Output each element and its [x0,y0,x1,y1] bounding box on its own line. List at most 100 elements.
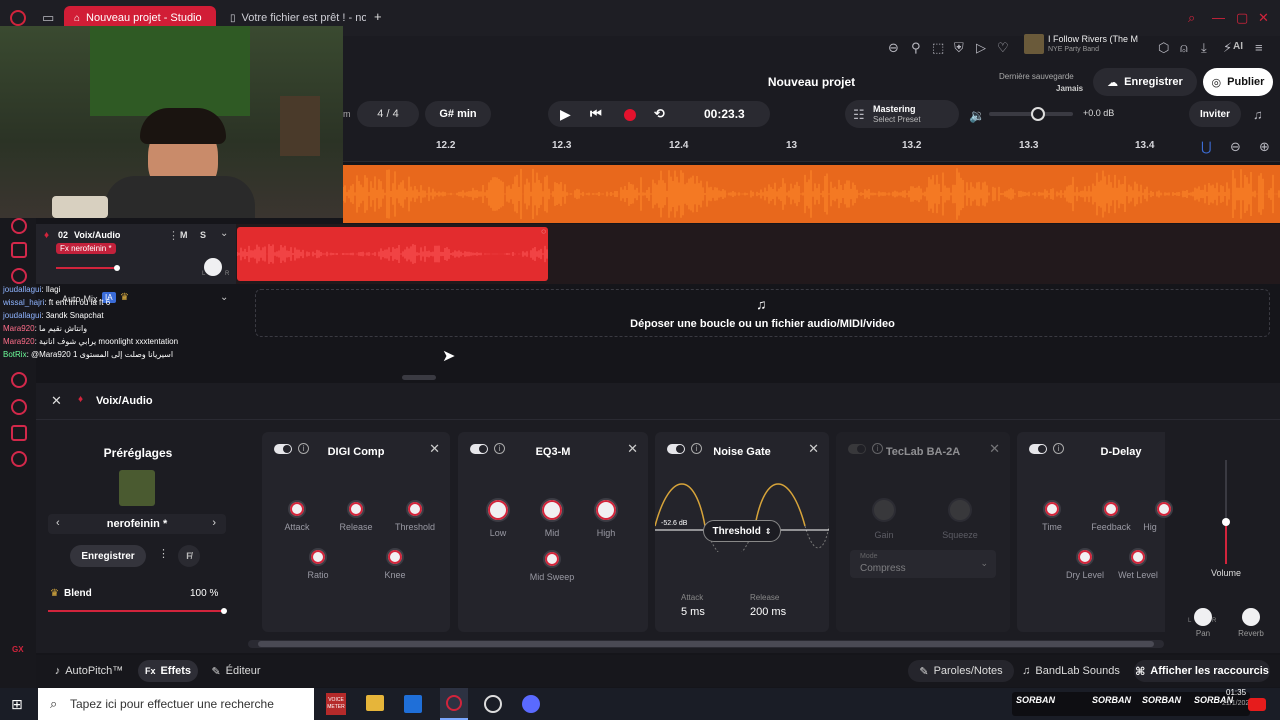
remove-effect-icon[interactable]: ✕ [429,441,440,457]
master-volume-slider[interactable] [989,107,1073,121]
back-icon[interactable] [11,218,27,234]
search-icon[interactable]: ⌕ [1188,10,1195,26]
release-value[interactable]: 200 ms [750,606,786,618]
mute-button[interactable]: M [180,230,188,240]
drop-zone[interactable]: ♫ Déposer une boucle ou un fichier audio… [255,289,1270,337]
layers-icon[interactable] [11,268,27,284]
mode-dropdown[interactable]: Mode Compress ⌄ [850,550,996,578]
opera-logo-icon[interactable] [10,10,26,26]
play-button-icon[interactable]: ▶ [560,106,571,123]
save-button[interactable]: ☁ Enregistrer [1093,68,1197,96]
snapshot-icon[interactable]: ⬚ [932,40,944,56]
editor-tab[interactable]: ✎ Éditeur [206,660,266,682]
chevron-right-icon[interactable]: › [212,517,216,529]
knee-knob[interactable] [386,548,404,566]
release-knob[interactable] [347,500,365,518]
preset-selector[interactable]: ‹ nerofeinin * › [48,514,226,534]
zoom-icon[interactable]: ⊖ [888,40,899,56]
attack-knob[interactable] [288,500,306,518]
chevron-down-icon[interactable]: ⌄ [220,228,228,239]
lyrics-button[interactable]: ✎ Paroles/Notes [908,660,1014,682]
fx-scrollbar[interactable] [248,640,1164,648]
obs-icon[interactable] [484,695,502,713]
track-name[interactable]: Voix/Audio [74,230,120,240]
remove-effect-icon[interactable]: ✕ [989,441,1000,457]
blend-thumb[interactable] [221,608,227,614]
track-1-region[interactable] [342,165,1280,223]
mastering-button[interactable]: ☷ Mastering Select Preset [845,100,959,128]
volume-fader-track[interactable] [1222,460,1230,564]
tab-search-icon[interactable]: ▭ [42,10,54,26]
shortcuts-button[interactable]: ⌘ Afficher les raccourcis [1134,660,1270,682]
resize-handle[interactable] [402,375,436,380]
wet-level-knob[interactable] [1129,548,1147,566]
download-icon[interactable]: ⤓ [1201,40,1207,56]
loop-icon[interactable]: ⟲ [654,106,665,122]
play-icon[interactable]: ▷ [976,40,986,56]
key-selector[interactable]: G# min [425,101,491,127]
close-panel-icon[interactable]: ✕ [51,393,62,409]
shield-icon[interactable]: ⛨ [954,40,964,56]
dry-level-knob[interactable] [1076,548,1094,566]
bell-icon[interactable]: ♫ [1253,107,1263,122]
d-delay-toggle[interactable] [1029,444,1047,454]
mid-knob[interactable] [540,498,564,522]
profile-icon[interactable]: ⍝ [1180,40,1188,56]
menu-icon[interactable]: ≡ [1255,40,1263,55]
threshold-dropdown[interactable]: Threshold ⇕ [703,520,781,542]
ratio-knob[interactable] [309,548,327,566]
heart-icon[interactable]: ♡ [997,40,1009,56]
puzzle-icon[interactable] [11,425,27,441]
close-icon[interactable]: ✕ [1258,10,1269,26]
taskbar-search[interactable]: ⌕ Tapez ici pour effectuer une recherche [38,688,314,720]
track-volume-slider[interactable] [56,265,120,271]
windows-start-icon[interactable]: ⊞ [11,696,23,713]
blend-slider[interactable] [48,608,227,614]
high-knob[interactable] [594,498,618,522]
wand-icon[interactable]: ⚡ [1223,40,1232,56]
record-icon[interactable] [624,109,636,121]
clip-handle-icon[interactable]: ◌ [541,227,546,236]
opera-gx-taskbar-icon[interactable] [440,688,468,720]
zoom-out-icon[interactable]: ⊖ [1230,139,1241,155]
effects-tab[interactable]: Fx Effets [138,660,198,682]
pan-knob[interactable] [1194,608,1212,626]
volume-fader-thumb[interactable] [1222,518,1230,527]
store-icon[interactable] [404,695,422,713]
speaker-icon[interactable]: 🔉 [969,108,985,124]
voicemeeter-app-icon[interactable]: VOICE METER [326,693,346,715]
clock-icon[interactable] [11,399,27,415]
remove-effect-icon[interactable]: ✕ [627,441,638,457]
new-tab-icon[interactable]: + [374,9,382,24]
low-knob[interactable] [486,498,510,522]
sounds-button[interactable]: ♫ BandLab Sounds [1018,660,1124,682]
fx-scrollbar-thumb[interactable] [258,641,1154,647]
file-explorer-icon[interactable] [366,695,384,711]
threshold-knob[interactable] [406,500,424,518]
reverb-knob[interactable] [1242,608,1260,626]
time-signature[interactable]: 4 / 4 [357,101,419,127]
attack-value[interactable]: 5 ms [681,606,705,618]
track-pan-knob[interactable] [204,258,222,276]
minimize-icon[interactable]: — [1212,10,1225,25]
discord-icon[interactable] [522,695,540,713]
autopitch-tab[interactable]: ♪ AutoPitch™ [48,660,130,682]
cube-icon[interactable]: ⬡ [1158,40,1169,56]
timeline-ruler[interactable]: 12.2 12.3 12.4 13 13.2 13.3 13.4 ⋃ ⊖ ⊕ [343,132,1280,162]
maximize-icon[interactable]: ▢ [1236,10,1248,26]
track-volume-thumb[interactable] [114,265,120,271]
mid-sweep-knob[interactable] [543,550,561,568]
pin-icon[interactable]: ⚲ [911,40,921,56]
grid-icon[interactable] [11,242,27,258]
rewind-icon[interactable]: ⏮ [590,106,602,122]
magnet-icon[interactable]: ⋃ [1201,139,1212,155]
squeeze-knob[interactable] [948,498,972,522]
zoom-in-icon[interactable]: ⊕ [1259,139,1270,155]
settings-gear-icon[interactable] [11,451,27,467]
info-icon[interactable]: i [1053,443,1064,454]
feedback-knob[interactable] [1102,500,1120,518]
preset-save-button[interactable]: Enregistrer [70,545,146,567]
fx-off-icon[interactable]: F̸ [178,545,200,567]
audio-clip[interactable]: ◌ [236,227,548,281]
solo-button[interactable]: S [200,230,206,240]
